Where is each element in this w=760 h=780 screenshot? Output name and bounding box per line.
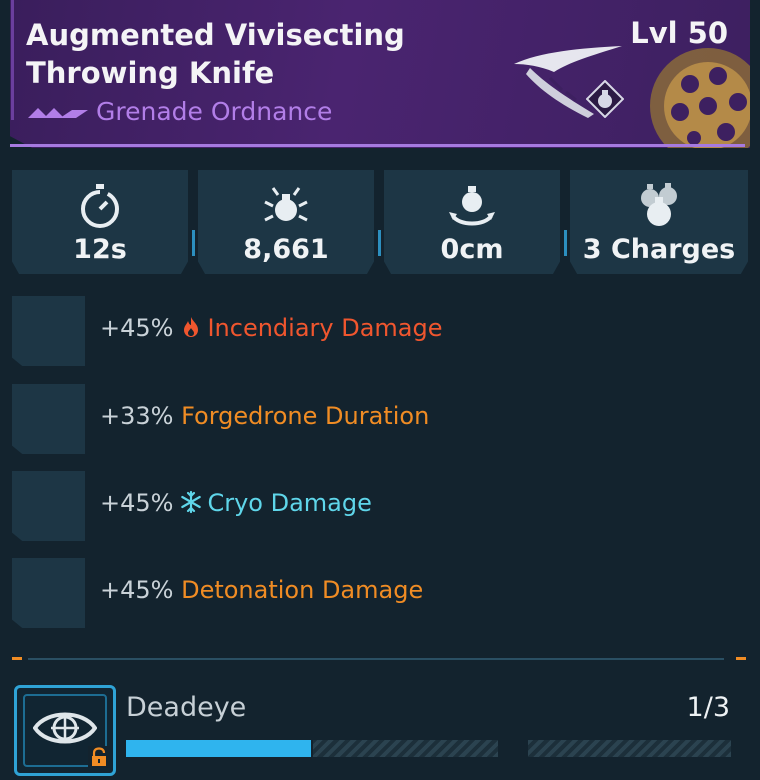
skill-points-count: 1/3 [686, 692, 730, 723]
snowflake-icon [181, 490, 202, 514]
header-rarity-edge [10, 144, 745, 147]
skill-point-bar-filled [126, 740, 311, 757]
perk-row: +45% Cryo Damage [12, 471, 752, 541]
skill-point-bar-empty [528, 740, 731, 757]
grenade-charges-icon [641, 183, 677, 226]
stopwatch-icon [81, 184, 119, 228]
perk-row: +45% Detonation Damage [12, 558, 752, 628]
perk-percent: +45% [100, 314, 174, 342]
perk-row: +45% Incendiary Damage [12, 296, 752, 366]
perk-text: +45% Incendiary Damage [100, 314, 443, 342]
rarity-chevrons-icon [28, 108, 88, 118]
perk-slot [12, 558, 85, 628]
skill-point-bar-empty [313, 740, 498, 757]
stat-value: 0cm [440, 234, 504, 265]
header-accent-line [11, 0, 14, 120]
stat-value: 3 Charges [582, 234, 736, 265]
fire-icon [184, 317, 199, 337]
perk-row: +33% Forgedrone Duration [12, 384, 752, 454]
perk-text: +45% Cryo Damage [100, 489, 372, 517]
perk-slot [12, 471, 85, 541]
item-level: Lvl 50 [630, 16, 728, 50]
section-divider [28, 658, 724, 660]
perk-text: +45% Detonation Damage [100, 576, 423, 604]
grenade-radius-icon [449, 186, 495, 226]
perk-name: Forgedrone Duration [181, 402, 430, 430]
explosion-damage-icon [264, 187, 308, 222]
stat-value: 12s [73, 234, 127, 265]
item-card: Augmented Vivisecting Throwing Knife Lvl… [0, 0, 760, 780]
manufacturer-logo-icon [650, 48, 750, 148]
lock-icon [88, 746, 110, 768]
perk-percent: +45% [100, 576, 174, 604]
grenade-badge-icon [586, 80, 624, 118]
perk-slot [12, 384, 85, 454]
perk-percent: +33% [100, 402, 174, 430]
stat-separator [378, 230, 381, 256]
perk-slot [12, 296, 85, 366]
perk-name: Detonation Damage [181, 576, 424, 604]
perk-text: +33% Forgedrone Duration [100, 402, 429, 430]
divider-tick [12, 657, 22, 660]
stat-separator [192, 230, 195, 256]
stats-row: 12s 8,661 0cm 3 Charges [12, 170, 748, 274]
stat-fuse-time: 12s [12, 170, 188, 274]
divider-tick [736, 657, 746, 660]
skill-name: Deadeye [126, 692, 247, 723]
item-title: Augmented Vivisecting Throwing Knife [26, 18, 405, 90]
perk-name: Incendiary Damage [207, 314, 443, 342]
stat-value: 8,661 [243, 234, 329, 265]
stat-charges: 3 Charges [570, 170, 748, 274]
perk-name: Cryo Damage [207, 489, 372, 517]
item-type: Grenade Ordnance [96, 97, 333, 126]
perk-percent: +45% [100, 489, 174, 517]
stat-radius: 0cm [384, 170, 560, 274]
stat-damage: 8,661 [198, 170, 374, 274]
stat-separator [564, 230, 567, 256]
